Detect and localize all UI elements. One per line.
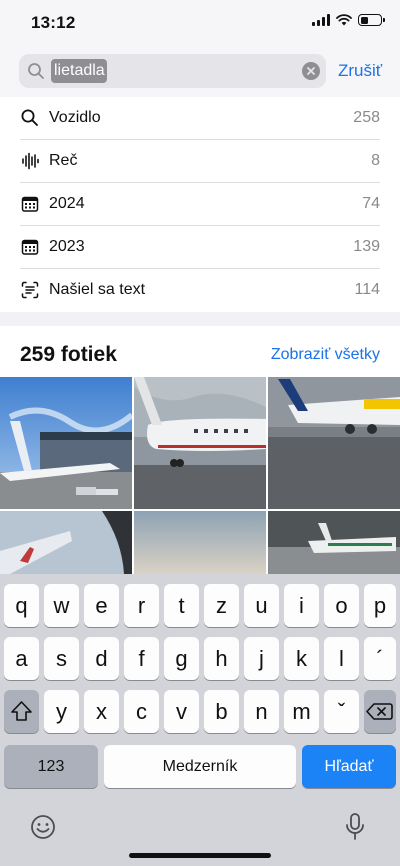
- suggestion-label: 2024: [49, 195, 85, 212]
- suggestion-row-vozidlo[interactable]: Vozidlo 258: [0, 97, 400, 140]
- suggestion-count: 139: [353, 238, 380, 255]
- key-u[interactable]: u: [244, 584, 279, 627]
- clear-search-button[interactable]: [302, 62, 320, 80]
- close-icon: [307, 67, 315, 75]
- suggestion-label: Reč: [49, 152, 78, 169]
- numbers-key[interactable]: 123: [4, 745, 98, 788]
- photo-thumbnail[interactable]: [134, 377, 266, 509]
- home-indicator[interactable]: [129, 853, 271, 858]
- key-s[interactable]: s: [44, 637, 79, 680]
- backspace-key[interactable]: [364, 690, 396, 733]
- key-e[interactable]: e: [84, 584, 119, 627]
- photo-thumbnail[interactable]: [0, 377, 132, 509]
- key-y[interactable]: y: [44, 690, 79, 733]
- search-icon: [21, 109, 38, 126]
- cellular-signal-icon: [312, 14, 330, 26]
- suggestion-label: Našiel sa text: [49, 281, 146, 298]
- search-field[interactable]: lietadla: [19, 54, 326, 88]
- key-caron[interactable]: ˇ: [324, 690, 359, 733]
- photos-count-title: 259 fotiek: [20, 343, 117, 366]
- key-g[interactable]: g: [164, 637, 199, 680]
- search-token[interactable]: lietadla: [51, 59, 107, 83]
- key-b[interactable]: b: [204, 690, 239, 733]
- key-r[interactable]: r: [124, 584, 159, 627]
- key-n[interactable]: n: [244, 690, 279, 733]
- suggestion-count: 114: [354, 281, 380, 298]
- key-a[interactable]: a: [4, 637, 39, 680]
- search-return-key[interactable]: Hľadať: [302, 745, 396, 788]
- key-d[interactable]: d: [84, 637, 119, 680]
- space-key[interactable]: Medzerník: [104, 745, 296, 788]
- key-k[interactable]: k: [284, 637, 319, 680]
- microphone-icon[interactable]: [344, 812, 366, 842]
- suggestion-count: 74: [362, 195, 380, 212]
- suggestion-label: 2023: [49, 238, 85, 255]
- key-h[interactable]: h: [204, 637, 239, 680]
- suggestion-row-text-found[interactable]: Našiel sa text 114: [0, 269, 400, 312]
- battery-icon: [358, 14, 385, 26]
- key-x[interactable]: x: [84, 690, 119, 733]
- search-header: 13:12 lietadla Zrušiť: [0, 0, 400, 97]
- status-time: 13:12: [31, 13, 76, 32]
- backspace-icon: [366, 703, 393, 720]
- status-icons: [312, 14, 385, 26]
- suggestion-row-2024[interactable]: 2024 74: [0, 183, 400, 226]
- calendar-icon: [21, 196, 39, 212]
- key-j[interactable]: j: [244, 637, 279, 680]
- waveform-icon: [22, 152, 39, 170]
- cancel-button[interactable]: Zrušiť: [338, 61, 382, 81]
- key-q[interactable]: q: [4, 584, 39, 627]
- text-scan-icon: [21, 281, 39, 299]
- key-t[interactable]: t: [164, 584, 199, 627]
- wifi-icon: [336, 14, 352, 26]
- photo-thumbnail[interactable]: [268, 377, 400, 509]
- emoji-icon[interactable]: [30, 814, 56, 840]
- suggestion-label: Vozidlo: [49, 109, 101, 126]
- search-icon: [28, 63, 44, 79]
- suggestion-list: Vozidlo 258 Reč 8 2024 74 2023 139 Našie…: [0, 97, 400, 312]
- key-l[interactable]: l: [324, 637, 359, 680]
- shift-icon: [11, 701, 32, 721]
- key-f[interactable]: f: [124, 637, 159, 680]
- suggestion-count: 258: [353, 109, 380, 126]
- key-o[interactable]: o: [324, 584, 359, 627]
- shift-key[interactable]: [4, 690, 39, 733]
- suggestion-row-rec[interactable]: Reč 8: [0, 140, 400, 183]
- see-all-button[interactable]: Zobraziť všetky: [271, 346, 380, 364]
- key-acute-accent[interactable]: ´: [364, 637, 396, 680]
- key-v[interactable]: v: [164, 690, 199, 733]
- photo-thumbnail[interactable]: [0, 511, 132, 574]
- suggestion-count: 8: [371, 152, 380, 169]
- section-separator: [0, 312, 400, 326]
- keyboard: q w e r t z u i o p a s d f g h j k l ´ …: [0, 574, 400, 866]
- key-c[interactable]: c: [124, 690, 159, 733]
- key-m[interactable]: m: [284, 690, 319, 733]
- key-i[interactable]: i: [284, 584, 319, 627]
- key-w[interactable]: w: [44, 584, 79, 627]
- suggestion-row-2023[interactable]: 2023 139: [0, 226, 400, 269]
- key-z[interactable]: z: [204, 584, 239, 627]
- photo-thumbnail[interactable]: [268, 511, 400, 574]
- calendar-icon: [21, 239, 39, 255]
- photo-thumbnail[interactable]: [134, 511, 266, 574]
- key-p[interactable]: p: [364, 584, 396, 627]
